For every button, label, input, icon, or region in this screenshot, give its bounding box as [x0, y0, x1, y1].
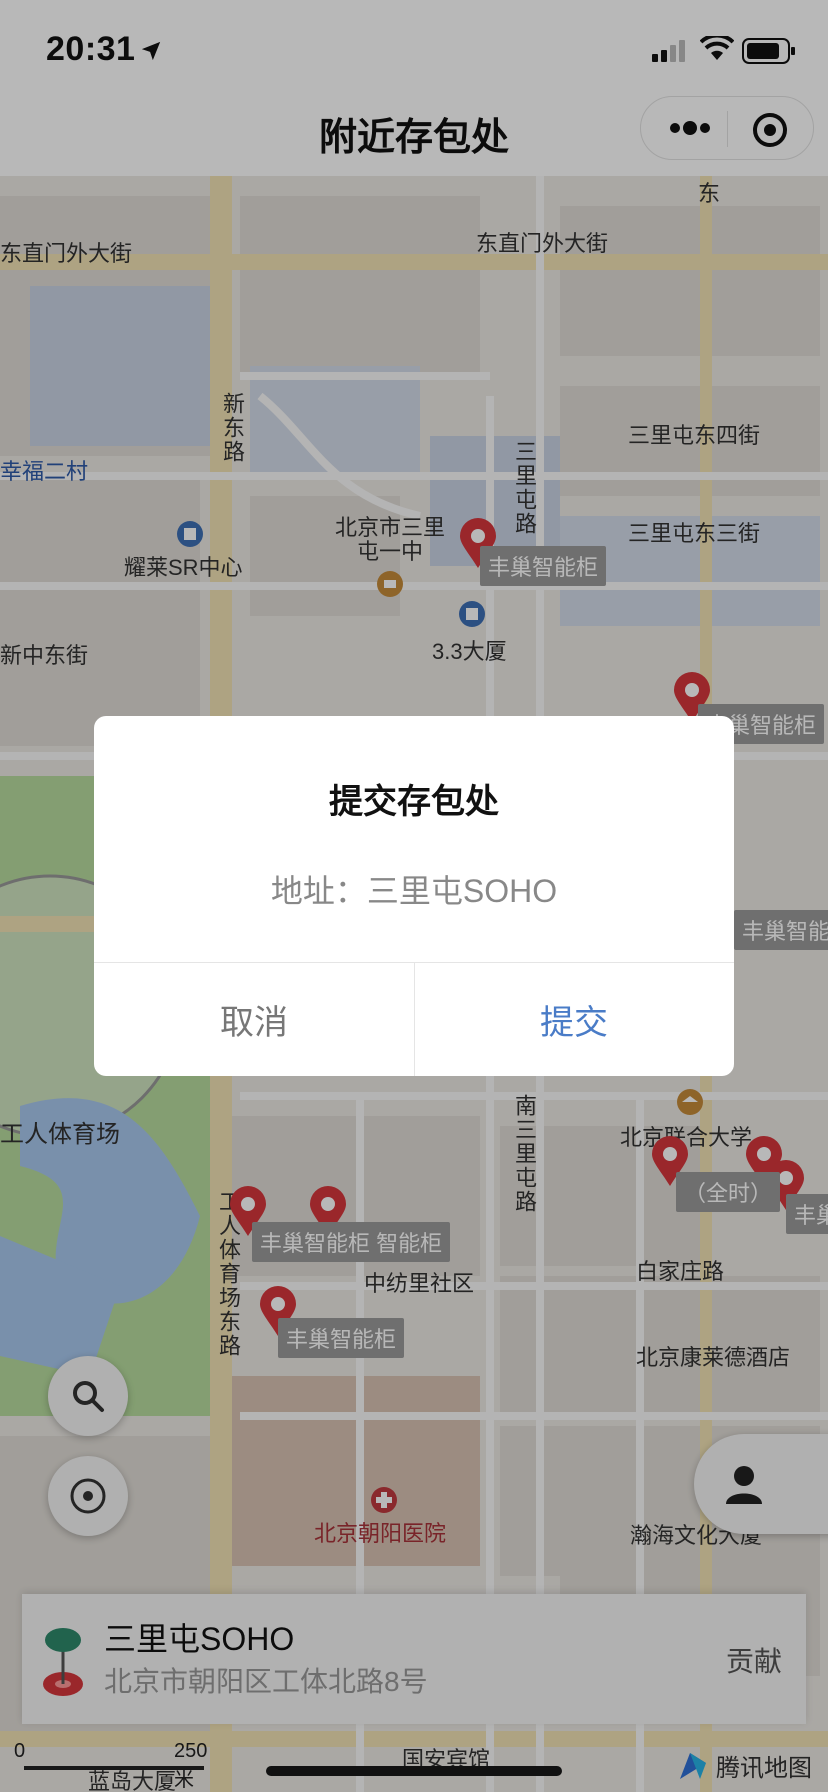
submit-locker-dialog: 提交存包处 地址：三里屯SOHO 取消 提交: [94, 716, 734, 1076]
dialog-title: 提交存包处: [329, 783, 499, 821]
dialog-content: 地址：三里屯SOHO: [270, 873, 558, 909]
cancel-button[interactable]: 取消: [94, 962, 414, 1076]
home-indicator[interactable]: [266, 1766, 562, 1776]
submit-button[interactable]: 提交: [414, 962, 734, 1076]
